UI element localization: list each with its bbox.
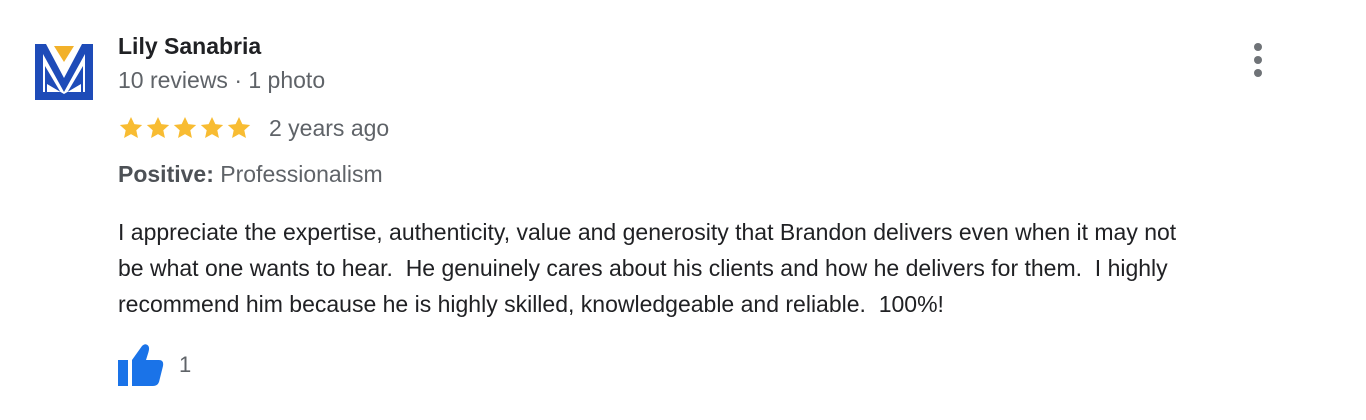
author-meta: 10 reviews · 1 photo [118,67,326,93]
star-icon [145,115,171,141]
more-vert-icon [1254,43,1262,51]
more-options-button[interactable] [1244,40,1272,80]
star-icon [118,115,144,141]
star-icon [172,115,198,141]
star-icon [199,115,225,141]
rating-row: 2 years ago [118,111,389,145]
attribute-label: Positive: [118,161,214,187]
more-vert-icon-dot [1254,69,1262,77]
review-time: 2 years ago [269,114,390,141]
star-rating [118,115,252,141]
author-avatar[interactable] [33,42,95,102]
review-text: I appreciate the expertise, authenticity… [118,219,1177,317]
m-monogram-logo [35,44,93,100]
review-attributes: Positive: Professionalism [118,158,383,190]
thumbs-up-icon[interactable] [118,343,164,387]
attribute-value: Professionalism [220,161,383,187]
more-vert-icon-dot [1254,56,1262,64]
like-row: 1 [118,340,191,390]
like-count: 1 [179,352,192,377]
review-header: Lily Sanabria 10 reviews · 1 photo [118,30,325,96]
star-icon [226,115,252,141]
author-name[interactable]: Lily Sanabria [118,30,325,62]
